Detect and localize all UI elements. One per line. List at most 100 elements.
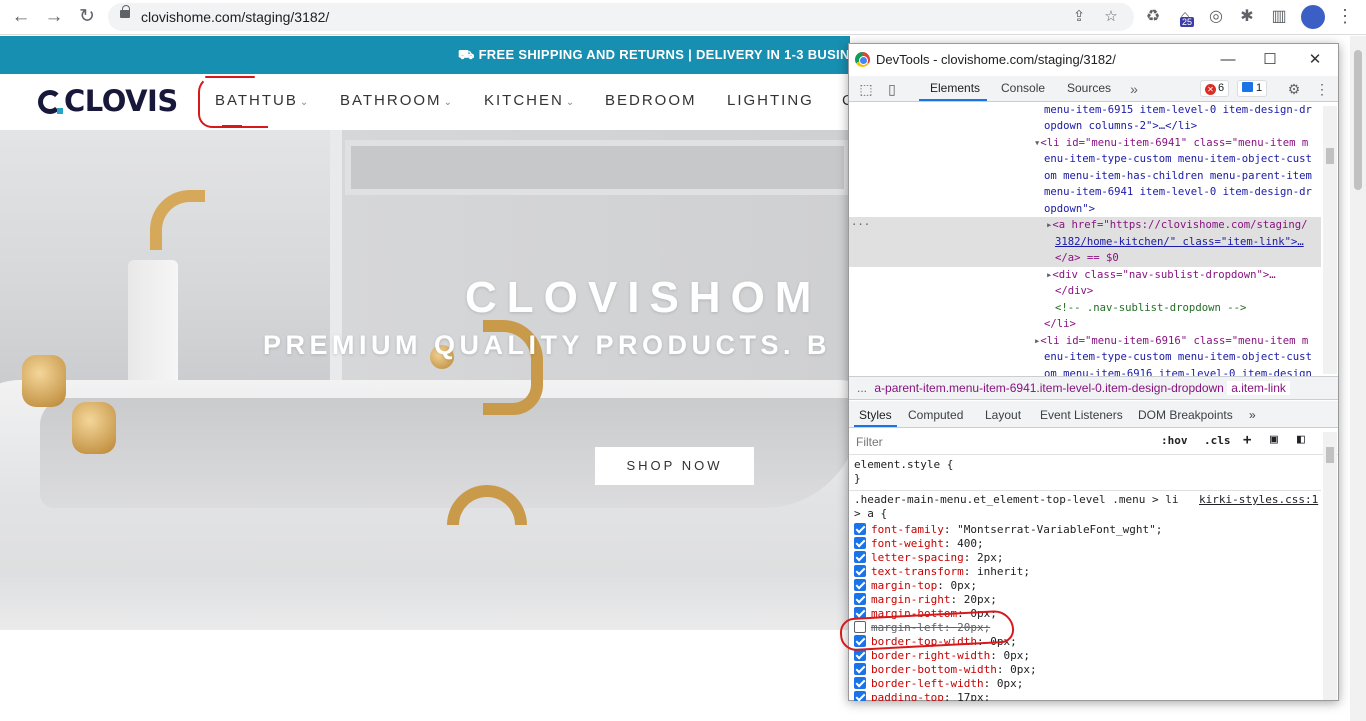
page-scrollbar[interactable] <box>1350 36 1366 721</box>
property-name[interactable]: border-left-width <box>871 677 984 690</box>
css-property-row[interactable]: border-left-width: 0px; <box>854 677 1023 691</box>
property-value[interactable]: 0px; <box>950 579 977 592</box>
css-property-row[interactable]: margin-top: 0px; <box>854 579 977 593</box>
element-style-open[interactable]: element.style { <box>854 458 953 472</box>
address-bar[interactable]: clovishome.com/staging/3182/ ⇪ ☆ <box>108 3 1134 31</box>
dom-line[interactable]: </div> <box>849 283 1321 300</box>
css-property-row[interactable]: text-transform: inherit; <box>854 565 1030 579</box>
settings-gear-icon[interactable]: ⚙ <box>1285 80 1303 98</box>
paint-brush-icon[interactable]: ▣ <box>1270 432 1278 447</box>
property-value[interactable]: 0px; <box>1003 649 1030 662</box>
breadcrumb-more[interactable]: ... <box>849 381 867 395</box>
tab-dom-breakpoints[interactable]: DOM Breakpoints <box>1138 408 1233 422</box>
property-checkbox[interactable] <box>854 663 866 675</box>
css-property-row[interactable]: padding-top: 17px; <box>854 691 990 701</box>
property-value[interactable]: 0px; <box>1010 663 1037 676</box>
error-count-badge[interactable]: ✕ 6 <box>1200 80 1230 97</box>
property-value[interactable]: inherit; <box>977 565 1030 578</box>
nav-item-bathroom[interactable]: BATHROOM ⌄ <box>340 92 452 109</box>
property-name[interactable]: border-bottom-width <box>871 663 997 676</box>
property-checkbox[interactable] <box>854 551 866 563</box>
property-value[interactable]: 2px; <box>977 551 1004 564</box>
more-tabs-icon[interactable]: » <box>1125 80 1143 98</box>
dom-line[interactable]: om menu-item-has-children menu-parent-it… <box>849 168 1321 185</box>
styles-scrollbar[interactable] <box>1323 432 1337 700</box>
side-panel-icon[interactable]: ▥ <box>1268 6 1290 28</box>
css-property-row[interactable]: margin-right: 20px; <box>854 593 997 607</box>
dom-tree[interactable]: menu-item-6915 item-level-0 item-design-… <box>849 102 1338 376</box>
property-name[interactable]: font-weight <box>871 537 944 550</box>
dom-line[interactable]: ▸<div class="nav-sublist-dropdown">… <box>849 267 1321 284</box>
tab-computed[interactable]: Computed <box>908 408 963 422</box>
class-toggle[interactable]: .cls <box>1204 434 1231 447</box>
css-property-row[interactable]: font-weight: 400; <box>854 537 984 551</box>
back-icon[interactable]: ← <box>8 5 34 29</box>
minimize-icon[interactable]: — <box>1213 48 1243 72</box>
property-value[interactable]: 20px; <box>964 593 997 606</box>
dom-line[interactable]: opdown columns-2">…</li> <box>849 118 1321 135</box>
dom-line[interactable]: enu-item-type-custom menu-item-object-cu… <box>849 151 1321 168</box>
property-name[interactable]: letter-spacing <box>871 551 964 564</box>
dom-line[interactable]: </li> <box>849 316 1321 333</box>
dom-line[interactable]: enu-item-type-custom menu-item-object-cu… <box>849 349 1321 366</box>
dom-line[interactable]: om menu-item-6916 item-level-0 item-desi… <box>849 366 1321 376</box>
lock-icon[interactable] <box>120 5 130 18</box>
tab-event-listeners[interactable]: Event Listeners <box>1040 408 1123 422</box>
url-text[interactable]: clovishome.com/staging/3182/ <box>141 9 329 25</box>
nav-item-kitchen[interactable]: KITCHEN ⌄ <box>484 92 574 109</box>
reload-icon[interactable]: ↻ <box>74 5 100 29</box>
css-property-row[interactable]: border-right-width: 0px; <box>854 649 1030 663</box>
property-value[interactable]: "Montserrat-VariableFont_wght"; <box>957 523 1162 536</box>
tab-elements[interactable]: Elements <box>930 81 980 95</box>
property-checkbox[interactable] <box>854 537 866 549</box>
dom-line-selected[interactable]: ··· ▸<a href="https://clovishome.com/stag… <box>849 217 1321 250</box>
dom-line[interactable]: menu-item-6915 item-level-0 item-design-… <box>849 102 1321 119</box>
forward-icon[interactable]: → <box>41 5 67 29</box>
property-name[interactable]: border-right-width <box>871 649 990 662</box>
share-icon[interactable]: ⇪ <box>1070 8 1088 26</box>
property-name[interactable]: margin-right <box>871 593 950 606</box>
property-value[interactable]: 400; <box>957 537 984 550</box>
css-property-row[interactable]: letter-spacing: 2px; <box>854 551 1003 565</box>
property-value[interactable]: 0px; <box>997 677 1024 690</box>
new-rule-button[interactable]: + <box>1243 432 1251 448</box>
profile-avatar[interactable] <box>1301 5 1325 29</box>
breadcrumb-selected[interactable]: a.item-link <box>1227 381 1290 395</box>
property-checkbox[interactable] <box>854 523 866 535</box>
rule-selector-cont[interactable]: > a { <box>854 507 887 521</box>
hover-state-toggle[interactable]: :hov <box>1161 434 1188 447</box>
scrollbar-thumb[interactable] <box>1354 50 1362 190</box>
property-name[interactable]: font-family <box>871 523 944 536</box>
styles-filter-input[interactable] <box>853 432 1158 452</box>
nav-item-lighting[interactable]: LIGHTING <box>727 92 814 109</box>
dom-line-selected[interactable]: </a> == $0 <box>849 250 1321 267</box>
extensions-puzzle-icon[interactable]: ✱ <box>1236 6 1258 28</box>
property-checkbox[interactable] <box>854 565 866 577</box>
more-tabs-icon[interactable]: » <box>1249 408 1256 422</box>
tab-console[interactable]: Console <box>1001 81 1045 95</box>
property-checkbox[interactable] <box>854 691 866 701</box>
bookmark-star-icon[interactable]: ☆ <box>1102 8 1120 26</box>
device-toolbar-icon[interactable]: ▯ <box>883 80 901 98</box>
css-property-row[interactable]: font-family: "Montserrat-VariableFont_wg… <box>854 523 1162 537</box>
toggle-sidebar-icon[interactable]: ◧ <box>1297 432 1305 447</box>
scrollbar-thumb[interactable] <box>1326 148 1334 164</box>
property-checkbox[interactable] <box>854 593 866 605</box>
scrollbar-thumb[interactable] <box>1326 447 1334 463</box>
breadcrumb-path[interactable]: a-parent-item.menu-item-6941.item-level-… <box>870 381 1223 395</box>
property-checkbox[interactable] <box>854 677 866 689</box>
dom-line[interactable]: <!-- .nav-sublist-dropdown --> <box>849 300 1321 317</box>
tab-layout[interactable]: Layout <box>985 408 1021 422</box>
browser-menu-icon[interactable]: ⋮ <box>1335 6 1355 28</box>
message-count-badge[interactable]: 1 <box>1237 80 1268 97</box>
site-logo[interactable]: CLOVIS <box>38 84 178 118</box>
tab-styles[interactable]: Styles <box>859 408 892 422</box>
dom-line[interactable]: ▾<li id="menu-item-6941" class="menu-ite… <box>849 135 1321 152</box>
dom-line[interactable]: menu-item-6941 item-level-0 item-design-… <box>849 184 1321 201</box>
property-name[interactable]: padding-top <box>871 691 944 701</box>
devtools-menu-icon[interactable]: ⋮ <box>1313 80 1331 98</box>
recycle-extension-icon[interactable]: ♻ <box>1142 6 1164 28</box>
dom-line[interactable]: ▸<li id="menu-item-6916" class="menu-ite… <box>849 333 1321 350</box>
dom-line[interactable]: opdown"> <box>849 201 1321 218</box>
rule-source-link[interactable]: kirki-styles.css:1 <box>1199 493 1318 507</box>
